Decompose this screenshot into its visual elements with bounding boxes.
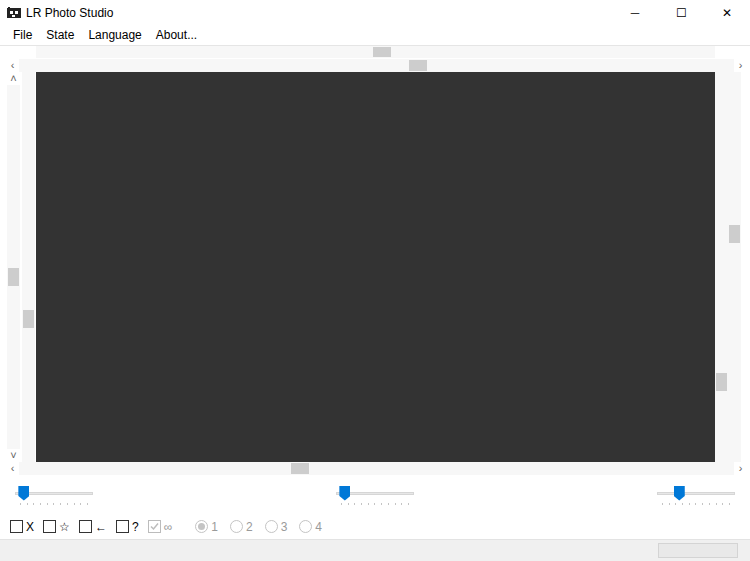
slider-ticks [341,503,409,505]
radio-button: 1 [195,518,218,536]
slider-ticks [20,503,88,505]
slider-track[interactable] [336,483,414,507]
status-panel [658,543,738,558]
horizontal-scrollbar[interactable]: ‹› [0,59,750,72]
checkbox[interactable]: X [10,518,34,536]
scroll-arrow[interactable]: › [734,462,747,475]
slider-ticks [662,503,730,505]
checkbox-label: X [26,518,34,536]
scroll-arrow[interactable]: › [734,59,747,72]
scroll-track[interactable] [7,85,20,449]
checkbox-box[interactable] [79,520,92,533]
scroll-thumb[interactable] [8,268,19,286]
radio-dot [198,523,205,530]
slider-track[interactable] [15,483,93,507]
menu-bar: FileStateLanguageAbout... [0,26,750,44]
checkbox: ∞ [148,518,173,536]
scroll-thumb[interactable] [373,47,391,57]
scroll-track[interactable] [19,462,734,475]
vertical-scrollbar[interactable] [22,72,35,462]
scroll-track[interactable] [728,72,741,462]
scroll-thumb[interactable] [291,463,309,474]
slider-thumb[interactable] [674,486,685,501]
scroll-track[interactable] [22,72,35,462]
viewport[interactable] [36,72,715,462]
scroll-thumb[interactable] [23,310,34,328]
checkbox-box[interactable] [10,520,23,533]
close-button[interactable]: ✕ [704,0,750,26]
scroll-arrow[interactable]: ˄ [7,72,20,85]
slider-thumb[interactable] [18,486,29,501]
scroll-arrow[interactable]: ‹ [6,59,19,72]
scroll-track[interactable] [36,46,715,58]
radio-label: 2 [246,518,253,536]
scroll-track[interactable] [19,59,734,72]
checkbox-label: ☆ [59,518,70,536]
vertical-scrollbar[interactable] [715,72,728,462]
checkbox-label: ← [95,518,107,536]
scroll-track[interactable] [715,72,728,462]
vertical-scrollbar[interactable] [728,72,741,462]
checkbox-box[interactable] [116,520,129,533]
radio-circle [265,520,278,533]
checkbox-label: ? [132,518,139,536]
radio-label: 3 [281,518,288,536]
checkbox-label: ∞ [164,518,173,536]
minimize-button[interactable]: ─ [612,0,658,26]
window-title: LR Photo Studio [26,4,113,22]
status-bar [0,539,750,561]
menu-item[interactable]: About... [149,26,204,44]
option-row: X ☆ ←? ∞ 1 2 3 4 [0,514,750,539]
radio-circle [195,520,208,533]
radio-label: 4 [315,518,322,536]
slider-track[interactable] [657,483,735,507]
checkbox[interactable]: ? [116,518,139,536]
vertical-scrollbar[interactable]: ˄˅ [7,72,20,462]
slider-thumb[interactable] [339,486,350,501]
slider-groove [657,492,735,495]
menu-item[interactable]: Language [81,26,148,44]
title-bar: LR Photo Studio ─☐✕ [0,0,750,26]
horizontal-scrollbar[interactable]: ‹› [0,462,750,475]
radio-label: 1 [211,518,218,536]
maximize-button[interactable]: ☐ [658,0,704,26]
scroll-arrow[interactable]: ˅ [7,449,20,462]
checkbox[interactable]: ← [79,518,107,536]
scroll-thumb[interactable] [409,60,427,71]
radio-circle [299,520,312,533]
main-area: ˄˅ [0,72,750,462]
menu-item[interactable]: State [39,26,81,44]
menu-item[interactable]: File [6,26,39,44]
slider-row [0,475,750,514]
scroll-arrow[interactable]: ‹ [6,462,19,475]
checkbox[interactable]: ☆ [43,518,70,536]
checkbox-box[interactable] [43,520,56,533]
radio-button: 4 [299,518,322,536]
scroll-thumb[interactable] [716,373,727,391]
app-camera-icon [6,5,22,21]
radio-button: 2 [230,518,253,536]
scroll-thumb[interactable] [729,225,740,243]
checkbox-box [148,520,161,533]
radio-button: 3 [265,518,288,536]
horizontal-scrollbar[interactable] [36,46,715,58]
radio-circle [230,520,243,533]
